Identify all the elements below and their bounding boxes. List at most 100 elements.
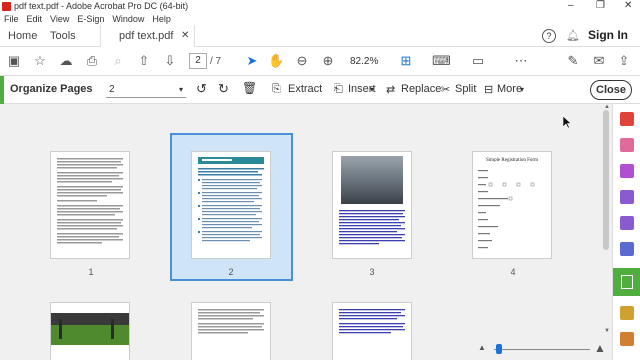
- edit-pdf-icon[interactable]: [620, 190, 634, 204]
- page-thumbnail[interactable]: Simple Registration Form: [472, 151, 552, 259]
- sign-in-button[interactable]: Sign In: [588, 28, 628, 42]
- menu-edit[interactable]: Edit: [27, 14, 43, 24]
- colored-page-preview: [198, 157, 264, 242]
- tab-home[interactable]: Home: [8, 25, 37, 47]
- large-mountain-icon: ▲: [594, 341, 606, 355]
- page-thumbnail[interactable]: [50, 302, 130, 360]
- select-cursor-icon[interactable]: ➤: [244, 53, 260, 69]
- organize-pages-bar: Organize Pages 2 ▾ ↺ ↻ 🗑︎ ⎘ Extract ⎗ In…: [0, 76, 640, 104]
- maximize-icon[interactable]: ❐: [596, 0, 605, 11]
- next-page-icon[interactable]: ⇩: [162, 53, 178, 69]
- slider-handle[interactable]: [496, 344, 502, 354]
- total-pages: / 7: [210, 56, 222, 67]
- page-thumbnail[interactable]: [50, 151, 130, 259]
- page-number-label: 3: [369, 267, 375, 277]
- help-icon[interactable]: ?: [542, 29, 556, 43]
- create-pdf-icon[interactable]: [620, 138, 634, 152]
- page-number-label: 2: [228, 267, 234, 277]
- zoom-in-icon[interactable]: ⊕: [320, 53, 336, 69]
- tab-document[interactable]: pdf text.pdf ✕: [100, 25, 195, 47]
- close-window-icon[interactable]: ✕: [624, 0, 632, 11]
- small-mountain-icon: ▲: [478, 343, 486, 352]
- star-icon[interactable]: ☆: [32, 53, 48, 69]
- title-bar: pdf text.pdf - Adobe Acrobat Pro DC (64-…: [0, 0, 640, 12]
- main-toolbar: ▣ ☆ ☁ ⎙ ⌕ ⇧ ⇩ 2 / 7 ➤ ✋ ⊖ ⊕ 82.2% ⊞ ⌨ ▭ …: [0, 47, 640, 76]
- keyboard-icon[interactable]: ⌨: [432, 53, 451, 69]
- menu-esign[interactable]: E-Sign: [77, 14, 104, 24]
- menu-window[interactable]: Window: [112, 14, 144, 24]
- page-range-select[interactable]: 2 ▾: [106, 82, 186, 98]
- fill-sign-icon[interactable]: [620, 216, 634, 230]
- organize-accent: [0, 76, 4, 104]
- page-number-label: 1: [88, 267, 94, 277]
- text-page-preview: [198, 309, 264, 334]
- organize-title: Organize Pages: [10, 83, 93, 95]
- insert-icon: ⎗: [334, 83, 343, 95]
- tab-tools[interactable]: Tools: [50, 25, 76, 47]
- share-icon[interactable]: ⇪: [616, 53, 632, 69]
- pen-icon[interactable]: ✎: [565, 53, 581, 69]
- image-page-preview: [339, 156, 405, 245]
- save-icon[interactable]: ▣: [6, 53, 22, 69]
- form-page-preview: [478, 170, 535, 249]
- rotate-right-icon[interactable]: ↻: [218, 81, 229, 97]
- menu-file[interactable]: File: [4, 14, 19, 24]
- menu-help[interactable]: Help: [152, 14, 171, 24]
- close-organize-button[interactable]: Close: [590, 80, 632, 100]
- protect-icon[interactable]: [620, 332, 634, 346]
- page-range-value: 2: [109, 84, 115, 95]
- scroll-up-icon[interactable]: ▲: [604, 104, 610, 110]
- extract-icon: ⎘: [272, 83, 281, 95]
- photo-page-preview: [51, 313, 129, 345]
- right-tools-panel: [612, 104, 640, 360]
- replace-button[interactable]: Replace: [401, 83, 441, 95]
- print-icon[interactable]: ⎙: [84, 53, 100, 69]
- acrobat-icon: [2, 1, 11, 11]
- fit-page-icon[interactable]: ⊞: [398, 53, 414, 69]
- more-tools-icon[interactable]: ⋯: [513, 53, 529, 69]
- vertical-scrollbar[interactable]: [603, 110, 609, 250]
- more-icon: ⊟: [484, 84, 494, 96]
- upload-icon[interactable]: ☁: [58, 53, 74, 69]
- extract-button[interactable]: Extract: [288, 83, 322, 95]
- enhance-scans-icon[interactable]: [620, 306, 634, 320]
- window-title: pdf text.pdf - Adobe Acrobat Pro DC (64-…: [14, 1, 189, 11]
- combine-files-icon[interactable]: [620, 164, 634, 178]
- tab-bar: Home Tools pdf text.pdf ✕ ? 🔔︎ Sign In: [0, 25, 640, 47]
- minimize-icon[interactable]: –: [568, 0, 574, 11]
- split-button[interactable]: Split: [455, 83, 476, 95]
- scroll-down-icon[interactable]: ▼: [604, 328, 610, 334]
- comment-icon[interactable]: ▭: [470, 53, 486, 69]
- page-thumbnail[interactable]: [332, 302, 412, 360]
- current-page-input[interactable]: 2: [189, 53, 207, 69]
- previous-page-icon[interactable]: ⇧: [136, 53, 152, 69]
- rotate-left-icon[interactable]: ↺: [196, 81, 207, 97]
- chevron-down-icon: ▾: [178, 85, 183, 94]
- close-tab-icon[interactable]: ✕: [181, 25, 189, 47]
- send-for-signature-icon[interactable]: [620, 242, 634, 256]
- page-thumbnail[interactable]: [332, 151, 412, 259]
- hand-icon[interactable]: ✋: [268, 53, 284, 69]
- zoom-level[interactable]: 82.2%: [350, 56, 378, 67]
- page-thumbnail[interactable]: [191, 302, 271, 360]
- more-chevron-icon: ▾: [520, 85, 525, 94]
- delete-icon[interactable]: 🗑︎: [242, 81, 257, 95]
- organize-pages-icon: [621, 275, 633, 289]
- tab-document-label: pdf text.pdf: [119, 30, 174, 42]
- thumbnail-grid: 1 2 3 Simple Registration Form 4: [0, 104, 612, 360]
- page-thumbnail-selected[interactable]: [191, 151, 271, 259]
- more-button[interactable]: More: [497, 83, 522, 95]
- text-page-preview: [339, 309, 405, 334]
- bell-icon[interactable]: 🔔︎: [566, 29, 580, 42]
- menu-view[interactable]: View: [50, 14, 69, 24]
- text-page-preview: [57, 158, 123, 244]
- organize-pages-tool[interactable]: [613, 268, 640, 296]
- split-icon: ✂: [441, 84, 451, 96]
- search-icon[interactable]: ⌕: [110, 53, 126, 69]
- export-pdf-icon[interactable]: [620, 112, 634, 126]
- email-icon[interactable]: ✉: [591, 53, 607, 69]
- page-number-label: 4: [510, 267, 516, 277]
- thumbnail-size-slider[interactable]: ▲ ▲: [470, 341, 612, 356]
- zoom-out-icon[interactable]: ⊖: [294, 53, 310, 69]
- insert-chevron-icon: ▾: [370, 85, 375, 94]
